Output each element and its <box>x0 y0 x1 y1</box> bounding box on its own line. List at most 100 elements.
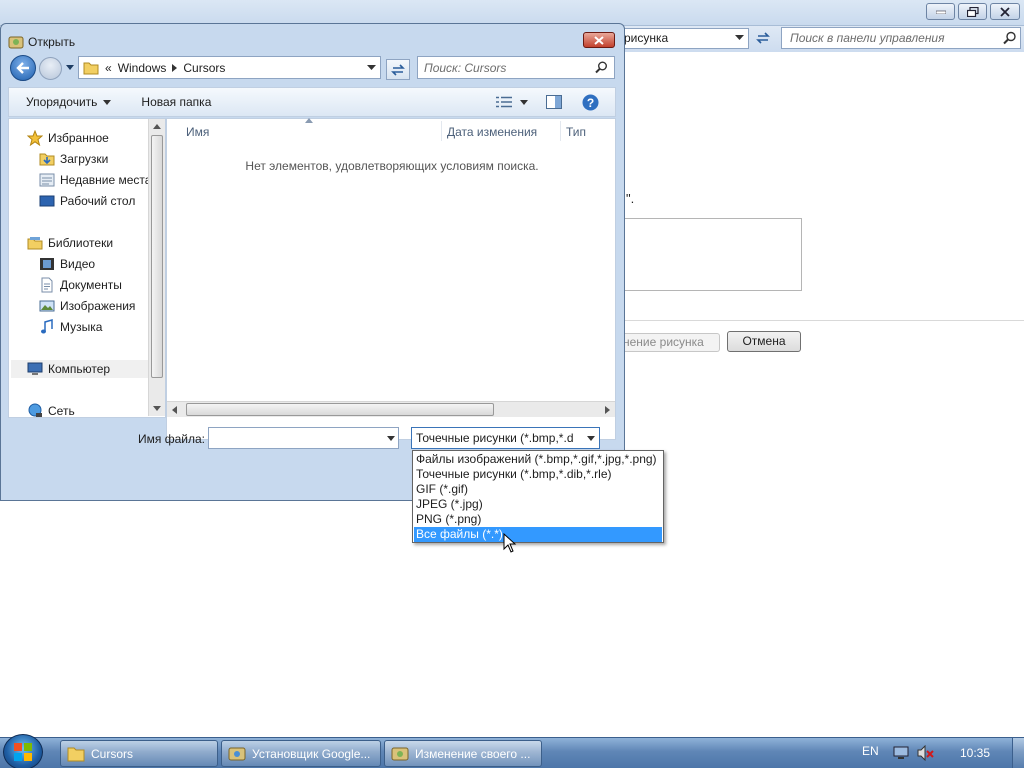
network-status-icon[interactable] <box>893 745 911 761</box>
view-options-button[interactable] <box>496 96 529 108</box>
refresh-icon[interactable] <box>755 30 771 46</box>
filetype-option-selected[interactable]: Все файлы (*.*) <box>414 527 662 542</box>
refresh-button[interactable] <box>386 59 410 80</box>
scroll-up-icon[interactable] <box>153 124 161 129</box>
horizontal-scrollbar[interactable] <box>167 401 615 417</box>
close-window-button[interactable] <box>990 3 1020 20</box>
taskbar-item-google-installer[interactable]: Установщик Google... <box>221 740 381 767</box>
breadcrumb-bar[interactable]: « Windows Cursors <box>78 56 381 79</box>
language-indicator[interactable]: EN <box>862 744 879 758</box>
recent-places-icon <box>39 173 55 187</box>
nav-video[interactable]: Видео <box>39 255 95 273</box>
scroll-right-icon[interactable] <box>605 406 610 414</box>
filetype-select[interactable]: Точечные рисунки (*.bmp,*.d <box>411 427 600 449</box>
documents-icon <box>41 277 53 293</box>
search-icon[interactable] <box>1003 31 1017 45</box>
downloads-folder-icon <box>39 153 55 166</box>
nav-label: Загрузки <box>60 152 109 166</box>
nav-network[interactable]: Сеть <box>27 402 75 418</box>
close-icon <box>1000 6 1010 17</box>
nav-documents[interactable]: Документы <box>39 276 122 294</box>
dialog-search-input[interactable]: Поиск: Cursors <box>417 56 615 79</box>
filetype-option[interactable]: Файлы изображений (*.bmp,*.gif,*.jpg,*.p… <box>414 452 662 467</box>
show-desktop-button[interactable] <box>1012 738 1024 768</box>
change-picture-button[interactable]: нение рисунка <box>617 333 720 352</box>
video-icon <box>40 258 54 270</box>
background-address-bar[interactable]: рисунка <box>615 28 749 49</box>
start-button[interactable] <box>3 734 43 768</box>
nav-scrollbar[interactable] <box>148 119 165 416</box>
back-button[interactable] <box>10 55 36 81</box>
column-type[interactable]: Тип <box>566 125 586 139</box>
filetype-option[interactable]: JPEG (*.jpg) <box>414 497 662 512</box>
dialog-close-button[interactable] <box>583 32 615 48</box>
scroll-down-icon[interactable] <box>153 406 161 411</box>
images-icon <box>39 300 55 312</box>
breadcrumb-overflow[interactable]: « <box>105 61 112 75</box>
chevron-down-icon <box>103 99 112 105</box>
preview-pane-button[interactable] <box>546 95 563 109</box>
taskbar-item-label: Cursors <box>91 746 134 761</box>
file-list-pane: Имя Дата изменения Тип Нет элементов, уд… <box>166 118 616 440</box>
history-chevron-icon[interactable] <box>66 65 74 71</box>
help-icon: ? <box>582 94 599 110</box>
nav-music[interactable]: Музыка <box>39 318 102 336</box>
horizontal-scroll-thumb[interactable] <box>186 403 494 416</box>
breadcrumb-item-windows[interactable]: Windows <box>118 61 167 75</box>
nav-favorites[interactable]: Избранное <box>27 129 109 147</box>
help-button[interactable]: ? <box>582 94 599 111</box>
mouse-cursor-icon <box>503 533 517 553</box>
background-preview-box <box>617 218 802 291</box>
breadcrumb-item-cursors[interactable]: Cursors <box>183 61 225 75</box>
nav-recent-places[interactable]: Недавние места <box>39 171 151 189</box>
filetype-option[interactable]: PNG (*.png) <box>414 512 662 527</box>
chevron-down-icon[interactable] <box>387 436 395 441</box>
nav-images[interactable]: Изображения <box>39 297 135 315</box>
dialog-search-placeholder: Поиск: Cursors <box>424 60 507 75</box>
empty-results-message: Нет элементов, удовлетворяющих условиям … <box>245 159 539 173</box>
scroll-left-icon[interactable] <box>172 406 177 414</box>
network-icon <box>28 403 42 417</box>
windows-logo-icon <box>14 743 32 761</box>
clock[interactable]: 10:35 <box>960 746 990 760</box>
volume-muted-icon[interactable] <box>917 745 935 761</box>
filetype-option[interactable]: GIF (*.gif) <box>414 482 662 497</box>
taskbar-item-change-picture[interactable]: Изменение своего ... <box>384 740 542 767</box>
column-divider[interactable] <box>441 121 442 141</box>
control-panel-search-input[interactable]: Поиск в панели управления <box>781 27 1021 49</box>
filetype-option[interactable]: Точечные рисунки (*.bmp,*.dib,*.rle) <box>414 467 662 482</box>
app-icon <box>8 36 24 49</box>
nav-libraries[interactable]: Библиотеки <box>27 234 113 252</box>
organize-label: Упорядочить <box>26 95 98 109</box>
desktop-icon <box>39 195 55 207</box>
cancel-button[interactable]: Отмена <box>727 331 801 352</box>
star-icon <box>27 130 43 146</box>
restore-button[interactable] <box>958 3 987 20</box>
filename-input[interactable] <box>208 427 399 449</box>
address-dropdown-icon[interactable] <box>367 65 376 71</box>
chevron-down-icon <box>520 99 529 105</box>
music-icon <box>41 319 53 334</box>
control-panel-icon <box>391 747 409 760</box>
nav-label: Сеть <box>48 404 75 418</box>
svg-text:?: ? <box>587 96 594 110</box>
minimize-button[interactable] <box>926 3 955 20</box>
nav-label: Компьютер <box>48 362 111 376</box>
nav-computer[interactable]: Компьютер <box>11 360 155 378</box>
new-folder-button[interactable]: Новая папка <box>141 95 211 109</box>
forward-button[interactable] <box>39 57 62 80</box>
taskbar: Cursors Установщик Google... Изменение с… <box>0 734 1024 768</box>
taskbar-item-cursors[interactable]: Cursors <box>60 740 218 767</box>
column-date-modified[interactable]: Дата изменения <box>447 125 537 139</box>
column-divider[interactable] <box>560 121 561 141</box>
nav-desktop[interactable]: Рабочий стол <box>39 192 135 210</box>
nav-scroll-thumb[interactable] <box>151 135 163 378</box>
search-icon[interactable] <box>595 61 608 74</box>
organize-button[interactable]: Упорядочить <box>26 95 112 109</box>
minimize-icon <box>935 10 946 14</box>
nav-downloads[interactable]: Загрузки <box>39 150 108 168</box>
refresh-icon <box>391 63 405 76</box>
column-name[interactable]: Имя <box>186 125 209 139</box>
chevron-right-icon[interactable] <box>172 63 178 72</box>
chevron-down-icon[interactable] <box>735 35 744 41</box>
